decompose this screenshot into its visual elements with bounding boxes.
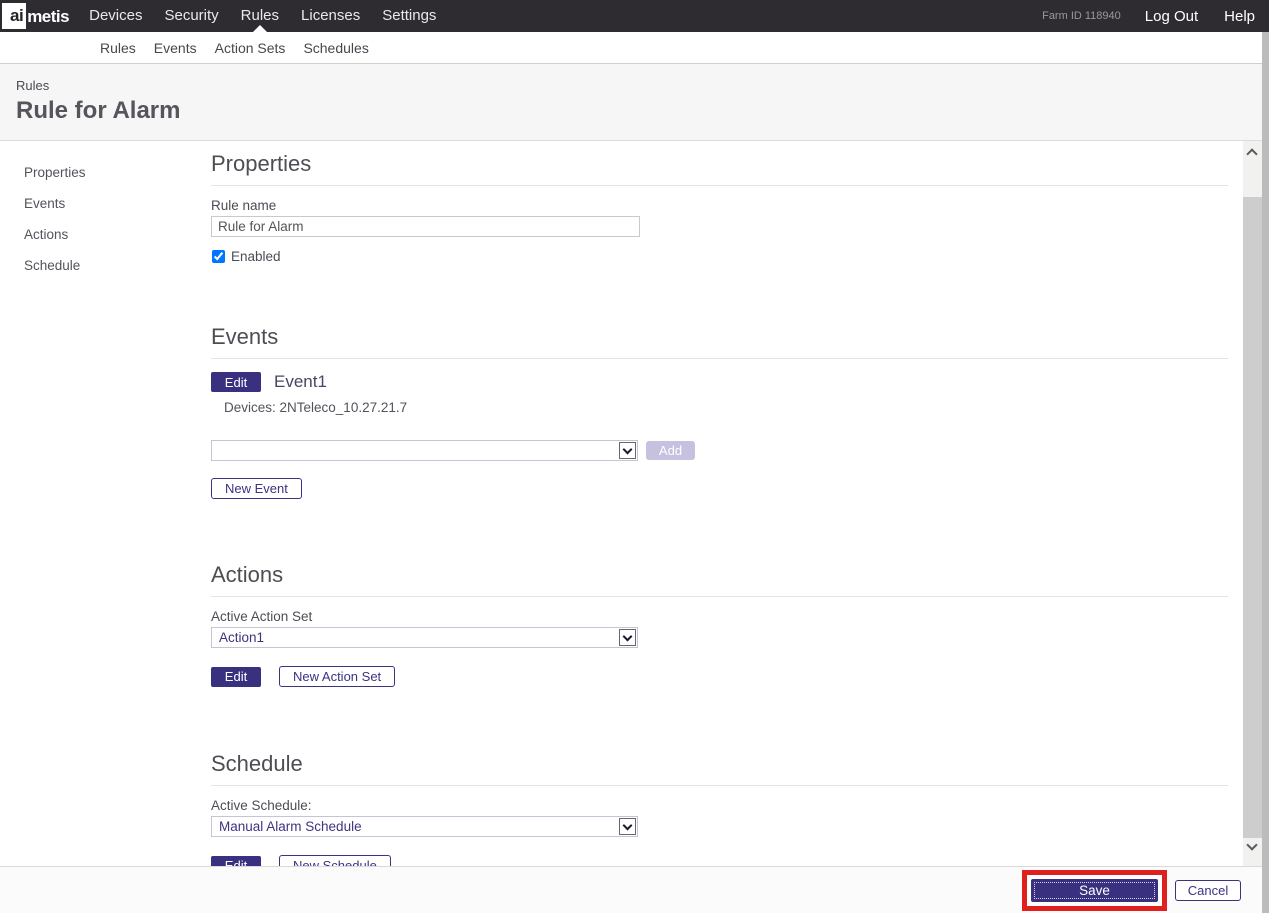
action-set-select-value: Action1 — [219, 630, 265, 645]
breadcrumb[interactable]: Rules — [16, 78, 1262, 93]
events-section: Events Edit Event1 Devices: 2NTeleco_10.… — [211, 323, 1228, 499]
new-action-set-button[interactable]: New Action Set — [279, 666, 396, 687]
select-arrow-box[interactable] — [619, 629, 636, 646]
section-divider — [211, 785, 1228, 786]
nav-item-settings[interactable]: Settings — [371, 0, 447, 32]
top-nav-bar: ai metis Devices Security Rules Licenses… — [0, 0, 1269, 32]
top-nav-items: Devices Security Rules Licenses Settings — [78, 0, 447, 32]
chevron-down-icon — [622, 444, 633, 454]
nav-item-security[interactable]: Security — [153, 0, 229, 32]
event-item-row: Edit Event1 — [211, 372, 1228, 392]
page-title: Rule for Alarm — [16, 97, 181, 124]
new-event-button[interactable]: New Event — [211, 478, 302, 499]
nav-item-rules-label: Rules — [240, 7, 280, 24]
chevron-down-icon — [622, 820, 633, 830]
add-event-button[interactable]: Add — [646, 441, 695, 460]
events-heading: Events — [211, 324, 279, 349]
edit-schedule-button[interactable]: Edit — [211, 855, 261, 866]
chevron-down-icon — [622, 631, 633, 641]
schedule-section: Schedule Active Schedule: Manual Alarm S… — [211, 750, 1228, 866]
help-link[interactable]: Help — [1224, 8, 1255, 25]
scrollbar-thumb[interactable] — [1243, 197, 1262, 838]
properties-section: Properties Rule name Enabled — [211, 150, 1228, 264]
actions-buttons-row: Edit New Action Set — [211, 666, 1228, 687]
rule-form-content: Properties Rule name Enabled Events Edit… — [211, 141, 1228, 866]
farm-id-label: Farm ID 118940 — [1042, 10, 1121, 22]
subnav-item-events[interactable]: Events — [154, 40, 197, 56]
nav-item-rules[interactable]: Rules — [230, 0, 290, 32]
active-tab-caret-icon — [252, 25, 267, 32]
edit-action-set-button[interactable]: Edit — [211, 666, 261, 687]
new-schedule-button[interactable]: New Schedule — [279, 855, 391, 866]
main-area: Properties Events Actions Schedule Prope… — [0, 141, 1262, 866]
rule-name-label: Rule name — [211, 198, 277, 213]
action-set-select[interactable]: Action1 — [211, 627, 638, 648]
properties-heading: Properties — [211, 151, 312, 176]
app-window: ai metis Devices Security Rules Licenses… — [0, 0, 1269, 913]
window-edge-strip — [1262, 32, 1269, 913]
nav-item-licenses[interactable]: Licenses — [290, 0, 371, 32]
logout-link[interactable]: Log Out — [1145, 8, 1198, 25]
schedule-select-value: Manual Alarm Schedule — [219, 819, 362, 834]
sidebar-item-schedule[interactable]: Schedule — [24, 258, 211, 273]
subnav-item-schedules[interactable]: Schedules — [303, 40, 368, 56]
sidebar-item-properties[interactable]: Properties — [24, 165, 211, 180]
subnav-item-action-sets[interactable]: Action Sets — [215, 40, 286, 56]
schedule-select[interactable]: Manual Alarm Schedule — [211, 816, 638, 837]
event-select[interactable] — [211, 440, 638, 461]
select-arrow-box[interactable] — [619, 442, 636, 459]
schedule-buttons-row: Edit New Schedule — [211, 855, 1228, 866]
edit-event-button[interactable]: Edit — [211, 372, 261, 392]
scrollbar-down-arrow-icon[interactable] — [1246, 839, 1258, 851]
select-arrow-box[interactable] — [619, 818, 636, 835]
scrollbar-up-arrow-icon[interactable] — [1246, 148, 1258, 160]
sub-nav-bar: Rules Events Action Sets Schedules — [0, 32, 1262, 64]
enabled-label: Enabled — [231, 249, 281, 264]
schedule-heading: Schedule — [211, 751, 303, 776]
event-add-row: Add — [211, 440, 1228, 461]
section-divider — [211, 358, 1228, 359]
enabled-row: Enabled — [211, 249, 1228, 264]
page-header: Rules Rule for Alarm — [0, 64, 1262, 141]
active-action-set-label: Active Action Set — [211, 609, 313, 624]
save-button[interactable]: Save — [1031, 878, 1158, 902]
subnav-item-rules[interactable]: Rules — [100, 40, 136, 56]
section-divider — [211, 185, 1228, 186]
enabled-checkbox[interactable] — [212, 250, 225, 263]
active-schedule-label: Active Schedule: — [211, 798, 312, 813]
save-highlight-annotation: Save — [1022, 869, 1167, 911]
section-divider — [211, 596, 1228, 597]
content-scrollbar[interactable] — [1243, 141, 1262, 866]
top-nav-right: Farm ID 118940 Log Out Help — [1042, 8, 1269, 25]
actions-section: Actions Active Action Set Action1 Edit N… — [211, 561, 1228, 687]
action-set-row: Action1 — [211, 627, 1228, 648]
logo-metis-text: metis — [27, 6, 70, 26]
nav-item-devices[interactable]: Devices — [78, 0, 153, 32]
rule-name-input[interactable] — [211, 216, 640, 237]
event-name: Event1 — [274, 372, 327, 391]
schedule-select-row: Manual Alarm Schedule — [211, 816, 1228, 837]
footer-bar: Save Cancel — [0, 866, 1269, 913]
actions-heading: Actions — [211, 562, 284, 587]
cancel-button[interactable]: Cancel — [1175, 879, 1241, 901]
section-sidebar: Properties Events Actions Schedule — [0, 141, 211, 289]
event-devices-line: Devices: 2NTeleco_10.27.21.7 — [224, 400, 408, 415]
aimetis-logo[interactable]: ai metis — [2, 3, 70, 29]
sidebar-item-events[interactable]: Events — [24, 196, 211, 211]
sidebar-item-actions[interactable]: Actions — [24, 227, 211, 242]
logo-ai-block: ai — [2, 3, 27, 29]
